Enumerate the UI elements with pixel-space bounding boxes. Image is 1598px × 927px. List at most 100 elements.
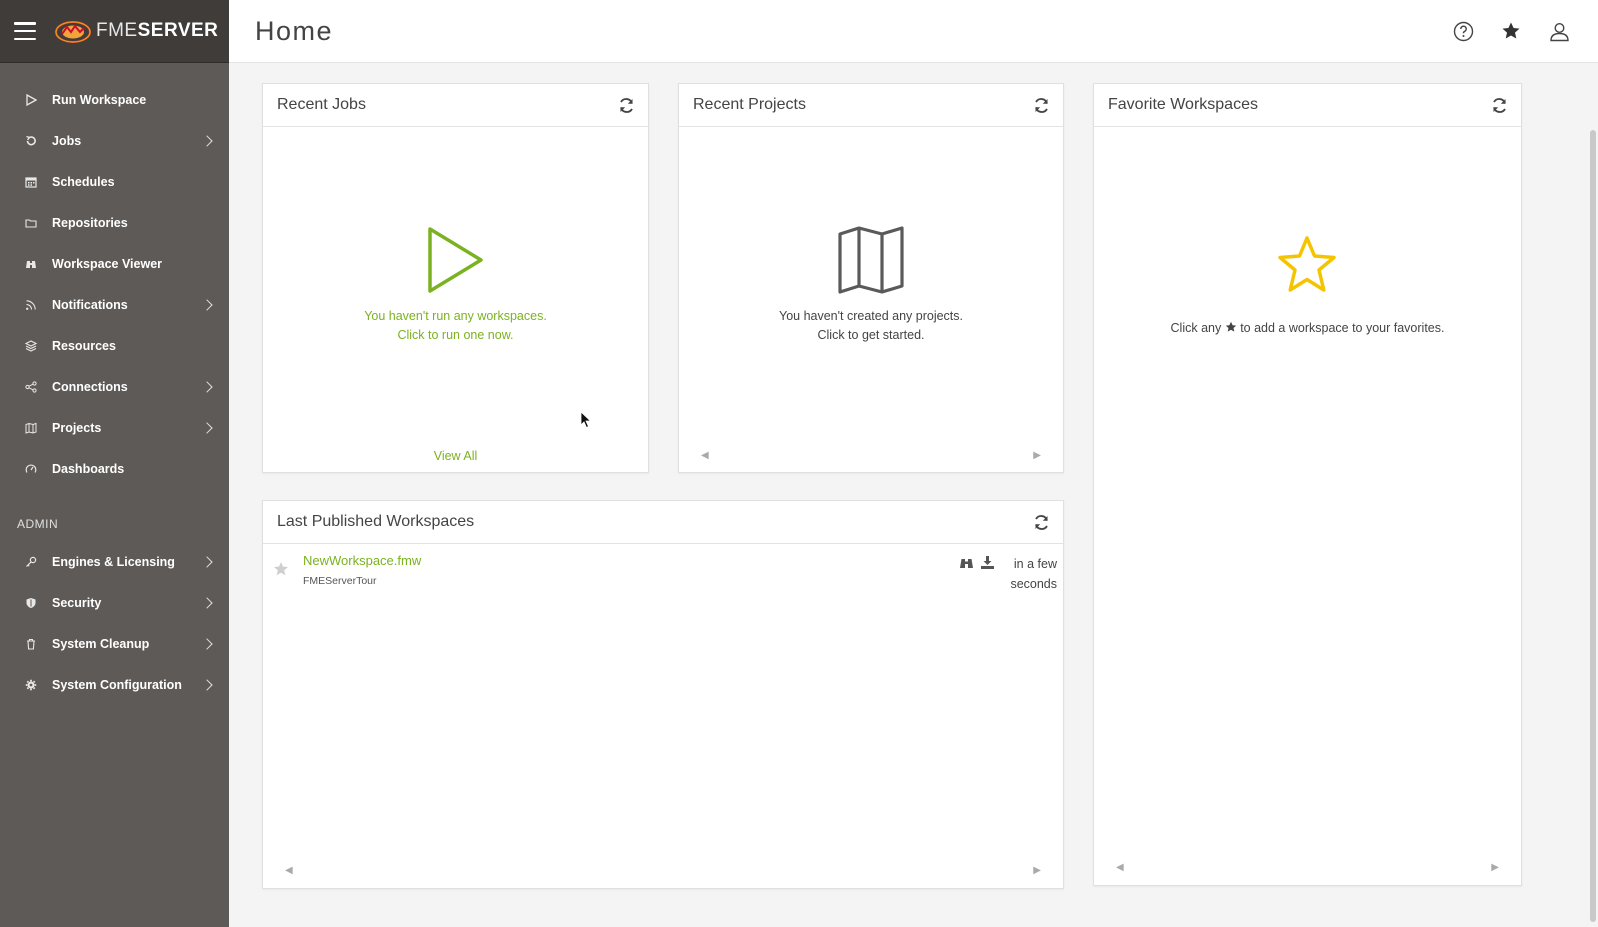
empty-message-line: Click to run one now. <box>397 328 514 342</box>
star-outline-icon <box>1278 236 1336 292</box>
page-title: Home <box>255 15 334 46</box>
admin-section-label: ADMIN <box>17 517 59 531</box>
pager-next-button[interactable]: ▶ <box>1033 865 1041 876</box>
pager-next-button[interactable]: ▶ <box>1491 862 1499 873</box>
refresh-button[interactable] <box>1032 513 1050 531</box>
logo-text-server: SERVER <box>137 20 219 41</box>
sidebar-item-notifications[interactable]: Notifications <box>0 284 229 325</box>
refresh-button[interactable] <box>1032 96 1050 114</box>
sidebar-item-security[interactable]: Security <box>0 582 229 623</box>
workspace-name-link[interactable]: NewWorkspace.fmw <box>303 553 421 568</box>
refresh-icon <box>1492 97 1506 113</box>
refresh-button[interactable] <box>617 96 635 114</box>
download-workspace-button[interactable] <box>980 555 995 570</box>
sidebar-item-engines-licensing[interactable]: Engines & Licensing <box>0 541 229 582</box>
workspace-actions <box>959 555 995 570</box>
sidebar-item-label: Security <box>52 595 102 610</box>
gauge-icon <box>24 462 38 476</box>
user-icon <box>1549 22 1569 41</box>
card-title: Recent Jobs <box>277 96 366 113</box>
favorite-workspaces-card: Favorite Workspaces Click any to add a w… <box>1093 83 1522 886</box>
binoculars-icon <box>960 559 973 568</box>
mouse-cursor-icon <box>580 411 592 429</box>
chevron-right-icon <box>201 380 213 393</box>
empty-message-line: Click to get started. <box>817 328 925 342</box>
key-icon <box>24 555 38 569</box>
sidebar-item-label: Connections <box>52 379 128 394</box>
chevron-right-icon <box>201 678 213 691</box>
hamburger-line <box>14 22 36 25</box>
favorite-star-icon[interactable] <box>273 561 289 577</box>
last-published-workspaces-card: Last Published Workspaces NewWorkspace.f… <box>262 500 1064 889</box>
help-button[interactable] <box>1452 20 1474 42</box>
sidebar-item-projects[interactable]: Projects <box>0 407 229 448</box>
fme-server-logo[interactable]: FMESERVER <box>54 18 218 44</box>
card-header: Recent Jobs <box>263 84 648 127</box>
rss-icon <box>24 298 38 312</box>
card-title: Recent Projects <box>693 96 806 113</box>
chevron-right-icon <box>201 134 213 147</box>
layers-icon <box>24 339 38 353</box>
card-header: Recent Projects <box>679 84 1063 127</box>
empty-message: You haven't created any projects. Click … <box>679 307 1063 345</box>
empty-message: You haven't run any workspaces. Click to… <box>263 307 648 345</box>
sidebar-item-run-workspace[interactable]: Run Workspace <box>0 79 229 120</box>
chevron-right-icon <box>201 637 213 650</box>
sidebar-item-label: Run Workspace <box>52 92 147 107</box>
sidebar-nav: Run Workspace Jobs Schedules Repositorie… <box>0 63 229 705</box>
refresh-icon <box>1034 514 1048 530</box>
workspace-published-time: in a few seconds <box>1001 554 1057 594</box>
menu-toggle-button[interactable] <box>14 22 36 40</box>
sidebar-item-jobs[interactable]: Jobs <box>0 120 229 161</box>
dashboard-main: Recent Jobs You haven't run any workspac… <box>229 64 1598 927</box>
play-icon <box>428 227 483 293</box>
sidebar-item-label: Jobs <box>52 133 82 148</box>
empty-message-text: to add a workspace to your favorites. <box>1240 321 1445 335</box>
chevron-right-icon <box>201 596 213 609</box>
sidebar-item-repositories[interactable]: Repositories <box>0 202 229 243</box>
share-icon <box>24 380 38 394</box>
time-line: in a few <box>1013 557 1057 571</box>
gear-icon <box>24 678 38 692</box>
pager-prev-button[interactable]: ◀ <box>701 450 709 461</box>
chevron-right-icon <box>201 421 213 434</box>
shield-icon <box>24 596 38 610</box>
pager-prev-button[interactable]: ◀ <box>1116 862 1124 873</box>
calendar-icon <box>24 175 38 189</box>
card-header: Favorite Workspaces <box>1094 84 1521 127</box>
sidebar-item-label: Schedules <box>52 174 115 189</box>
recent-projects-card: Recent Projects You haven't created any … <box>678 83 1064 473</box>
workspace-repository: FMEServerTour <box>303 575 377 587</box>
refresh-button[interactable] <box>1490 96 1508 114</box>
card-title: Favorite Workspaces <box>1108 96 1258 113</box>
sidebar: FMESERVER Run Workspace Jobs Schedules R… <box>0 0 229 927</box>
download-icon <box>981 556 994 569</box>
sidebar-item-label: Engines & Licensing <box>52 554 175 569</box>
star-icon <box>1225 321 1236 332</box>
user-account-button[interactable] <box>1548 20 1570 42</box>
sidebar-item-workspace-viewer[interactable]: Workspace Viewer <box>0 243 229 284</box>
sidebar-item-system-cleanup[interactable]: System Cleanup <box>0 623 229 664</box>
brand-bar: FMESERVER <box>0 0 229 63</box>
pager-next-button[interactable]: ▶ <box>1033 450 1041 461</box>
sidebar-item-system-configuration[interactable]: System Configuration <box>0 664 229 705</box>
chevron-right-icon <box>201 555 213 568</box>
sidebar-item-schedules[interactable]: Schedules <box>0 161 229 202</box>
view-workspace-button[interactable] <box>959 555 974 570</box>
sidebar-item-label: Notifications <box>52 297 128 312</box>
empty-message-text: Click any <box>1170 321 1222 335</box>
sidebar-item-dashboards[interactable]: Dashboards <box>0 448 229 489</box>
refresh-icon <box>619 97 633 113</box>
empty-message-line: You haven't created any projects. <box>779 309 963 323</box>
header-actions <box>1452 20 1570 42</box>
trash-icon <box>24 637 38 651</box>
view-all-link[interactable]: View All <box>263 447 648 466</box>
pager-prev-button[interactable]: ◀ <box>285 865 293 876</box>
sidebar-item-resources[interactable]: Resources <box>0 325 229 366</box>
time-line: seconds <box>1010 577 1057 591</box>
sidebar-item-connections[interactable]: Connections <box>0 366 229 407</box>
chevron-right-icon <box>201 298 213 311</box>
hamburger-line <box>14 37 36 40</box>
favorites-button[interactable] <box>1500 20 1522 42</box>
page-scrollbar[interactable] <box>1590 130 1596 922</box>
